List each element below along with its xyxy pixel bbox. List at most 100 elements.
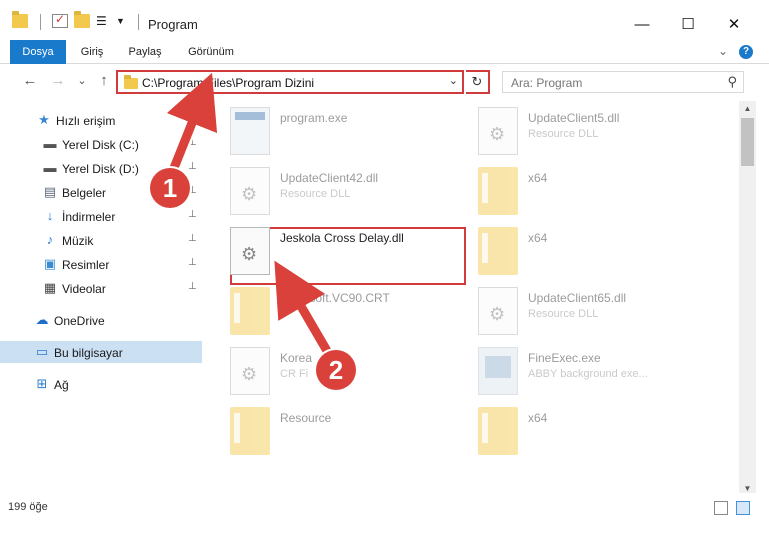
file-name: program.exe [280, 111, 348, 125]
file-type: Resource DLL [280, 188, 351, 200]
large-icons-view-button[interactable] [736, 501, 750, 515]
search-icon: ⚲ [727, 74, 737, 89]
ribbon-tabs: Dosya Giriş Paylaş Görünüm ⌄ ? [0, 40, 769, 64]
doc-icon [230, 347, 270, 395]
chevron-down-icon[interactable]: ▼ [116, 14, 132, 28]
sidebar-item[interactable]: ▬ Yerel Disk (C:) ⊥ [0, 133, 202, 155]
sidebar-item[interactable]: ☁ OneDrive [0, 309, 202, 331]
documents-icon: ▤ [43, 184, 57, 199]
tab-giris[interactable]: Giriş [72, 40, 112, 64]
file-item[interactable]: x64 [458, 161, 708, 221]
separator [138, 14, 139, 30]
scroll-down-arrow[interactable]: ▼ [739, 481, 756, 497]
file-type: CR Fi [280, 368, 309, 380]
scroll-up-arrow[interactable]: ▲ [739, 101, 756, 117]
sidebar-item[interactable]: ▦ Videolar ⊥ [0, 277, 202, 299]
details-view-button[interactable] [714, 501, 728, 515]
file-item[interactable]: Resource [210, 401, 460, 461]
file-name: x64 [528, 171, 548, 185]
file-name: Korea [280, 351, 313, 365]
separator [40, 14, 41, 30]
folder-icon [124, 75, 138, 89]
title-bar: ✓ ☰ ▼ Program — ☐ ✕ [0, 0, 769, 40]
file-item[interactable]: x64 [458, 401, 708, 461]
drive-icon: ▬ [43, 136, 57, 151]
music-icon: ♪ [46, 232, 54, 247]
drive-icon: ▬ [43, 160, 57, 175]
sidebar-item[interactable]: ♪ Müzik ⊥ [0, 229, 202, 251]
dll-icon [230, 227, 270, 275]
sidebar-item[interactable]: ★ Hızlı erişim [0, 109, 202, 131]
folder-icon [230, 287, 270, 335]
ribbon-expand-icon[interactable]: ⌄ [718, 44, 728, 58]
sidebar-item-label: Müzik [62, 234, 94, 248]
sidebar-item[interactable]: ↓ İndirmeler ⊥ [0, 205, 202, 227]
pin-icon[interactable]: ⊥ [188, 137, 197, 148]
sidebar-item-label: Yerel Disk (D:) [62, 162, 139, 176]
minimize-button[interactable]: — [619, 8, 665, 40]
sidebar-item[interactable]: ▭ Bu bilgisayar [0, 341, 202, 363]
pin-icon[interactable]: ⊥ [188, 209, 197, 220]
recent-locations-button[interactable]: ⌄ [72, 71, 92, 91]
vertical-scrollbar[interactable]: ▲ ▼ [739, 101, 756, 493]
tab-dosya[interactable]: Dosya [10, 40, 66, 64]
refresh-button[interactable]: ↻ [466, 70, 490, 94]
sidebar-item[interactable]: ▣ Resimler ⊥ [0, 253, 202, 275]
folder-icon [12, 11, 28, 28]
address-path[interactable]: C:\Program Files\Program Dizini [142, 76, 314, 90]
sidebar-item[interactable]: ⊞ Ağ [0, 373, 202, 395]
tab-paylas[interactable]: Paylaş [120, 40, 170, 64]
sidebar-item-label: Videolar [62, 282, 106, 296]
forward-button[interactable]: → [48, 71, 68, 91]
file-item[interactable]: UpdateClient5.dll Resource DLL [458, 101, 708, 161]
pin-icon[interactable]: ⊥ [188, 281, 197, 292]
navigation-pane: ★ Hızlı erişim ▬ Yerel Disk (C:) ⊥ ▬ Yerel Dis… [0, 101, 206, 493]
sidebar-item-label: Ağ [54, 378, 69, 392]
window-title: Program [148, 17, 198, 32]
address-bar[interactable]: C:\Program Files\Program Dizini ⌄ [116, 70, 464, 94]
file-item[interactable]: program.exe [210, 101, 460, 161]
scroll-thumb[interactable] [741, 118, 754, 166]
maximize-button[interactable]: ☐ [665, 8, 711, 40]
sidebar-item-label: OneDrive [54, 314, 105, 328]
new-folder-icon[interactable] [74, 11, 90, 28]
search-placeholder: Ara: Program [511, 76, 583, 90]
file-item[interactable]: UpdateClient42.dll Resource DLL [210, 161, 460, 221]
up-button[interactable]: ↑ [94, 71, 114, 91]
customize-view-icon[interactable]: ☰ [96, 14, 112, 28]
file-item[interactable]: Jeskola Cross Delay.dll [210, 221, 460, 281]
pin-icon[interactable]: ⊥ [188, 257, 197, 268]
file-name: UpdateClient5.dll [528, 111, 620, 125]
file-name: x64 [528, 231, 548, 245]
file-item[interactable]: x64 [458, 221, 708, 281]
file-name: FineExec.exe [528, 351, 601, 365]
back-button[interactable]: ← [20, 71, 40, 91]
tab-gorunum[interactable]: Görünüm [180, 40, 242, 64]
video-icon: ▦ [43, 280, 57, 295]
sidebar-item-label: Resimler [62, 258, 110, 272]
search-input[interactable]: Ara: Program ⚲ [502, 71, 744, 93]
properties-icon[interactable]: ✓ [52, 12, 68, 28]
pin-icon[interactable]: ⊥ [188, 233, 197, 244]
dll-icon [478, 107, 518, 155]
close-button[interactable]: ✕ [711, 8, 757, 40]
dll-icon [230, 167, 270, 215]
folder-icon [478, 227, 518, 275]
chevron-down-icon[interactable]: ⌄ [449, 74, 458, 87]
file-item[interactable]: Microsoft.VC90.CRT [210, 281, 460, 341]
file-item[interactable]: FineExec.exe ABBY background exe... [458, 341, 708, 401]
dll-icon [478, 287, 518, 335]
sidebar-item-label: Bu bilgisayar [54, 346, 123, 360]
computer-icon: ▭ [35, 344, 49, 359]
file-list: program.exe UpdateClient5.dll Resource DLL… [206, 101, 739, 493]
sidebar-item-label: Yerel Disk (C:) [62, 138, 139, 152]
file-name: Resource [280, 411, 332, 425]
help-icon[interactable]: ? [739, 45, 753, 59]
file-item[interactable]: UpdateClient65.dll Resource DLL [458, 281, 708, 341]
folder-icon [478, 167, 518, 215]
sidebar-item-label: İndirmeler [62, 210, 116, 224]
callout-step-1: 1 [150, 168, 190, 208]
pin-icon[interactable]: ⊥ [188, 161, 197, 172]
folder-icon [230, 407, 270, 455]
star-icon: ★ [38, 112, 50, 127]
